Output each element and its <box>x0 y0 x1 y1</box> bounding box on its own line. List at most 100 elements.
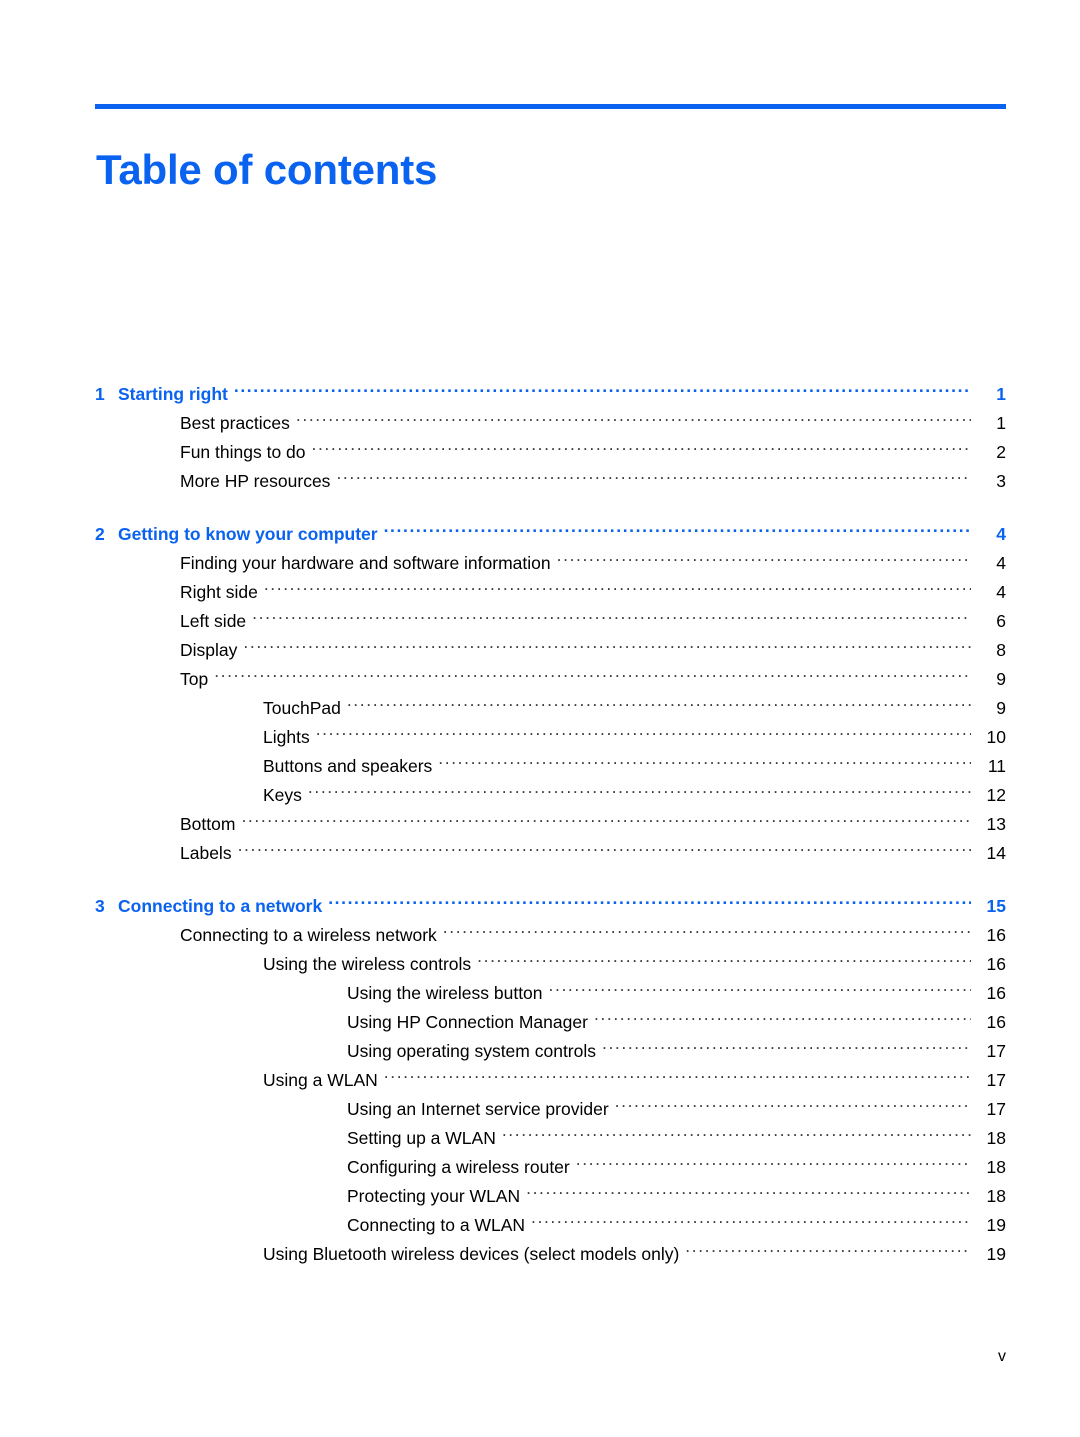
toc-dot-leader <box>241 801 971 830</box>
toc-dot-leader <box>296 400 971 429</box>
toc-dot-leader <box>576 1144 971 1173</box>
toc-entry-label: Bottom <box>180 814 236 834</box>
toc-dot-leader <box>594 999 971 1028</box>
toc-dot-leader <box>384 1057 971 1086</box>
toc-page-number: 16 <box>986 983 1006 1003</box>
footer-page-number: v <box>998 1348 1006 1365</box>
toc-page-number: 17 <box>986 1070 1006 1090</box>
toc-page-number: 18 <box>986 1186 1006 1206</box>
toc-page-number: 16 <box>986 954 1006 974</box>
toc-dot-leader <box>526 1173 971 1202</box>
toc-entry-label-wrap: Setting up a WLAN <box>95 1124 502 1153</box>
toc-entry-label-wrap: Using Bluetooth wireless devices (select… <box>95 1240 685 1269</box>
toc-entry-label-wrap: TouchPad <box>95 694 347 723</box>
toc-dot-leader <box>557 540 971 569</box>
toc-page-number: 8 <box>996 640 1006 660</box>
toc-dot-leader <box>238 830 971 859</box>
toc-page-number: 9 <box>996 669 1006 689</box>
toc-entry-label-wrap: Protecting your WLAN <box>95 1182 526 1211</box>
toc-page-number: 18 <box>986 1157 1006 1177</box>
toc-entry-label: Using HP Connection Manager <box>347 1012 588 1032</box>
toc-dot-leader <box>328 883 971 912</box>
toc-entry-label-wrap: Left side <box>95 607 252 636</box>
toc-page-number: 13 <box>986 814 1006 834</box>
toc-page-number: 1 <box>996 384 1006 404</box>
toc-page-number: 12 <box>986 785 1006 805</box>
toc-dot-leader <box>336 458 971 487</box>
document-page: Table of contents 1 Starting right 1 Best p… <box>0 0 1080 1437</box>
toc-dot-leader <box>615 1086 971 1115</box>
toc-page-number: 19 <box>986 1215 1006 1235</box>
toc-dot-leader <box>443 912 971 941</box>
toc-entry-label-wrap: Right side <box>95 578 264 607</box>
toc-entry-label: Top <box>180 669 209 689</box>
toc-entry-label-wrap: Bottom <box>95 810 241 839</box>
toc-entry-label-wrap: Using the wireless button <box>95 979 549 1008</box>
toc-chapter-number: 1 <box>95 384 105 404</box>
toc-chapter-number: 2 <box>95 524 105 544</box>
toc-page-number: 17 <box>986 1099 1006 1119</box>
toc-page-number: 6 <box>996 611 1006 631</box>
table-of-contents-list: 1 Starting right 1 Best practices 1 Fun thing… <box>95 371 1006 1265</box>
toc-chapter-number: 3 <box>95 896 105 916</box>
toc-entry-label: More HP resources <box>180 471 331 491</box>
toc-entry-label-wrap: Fun things to do <box>95 438 312 467</box>
toc-dot-leader <box>685 1231 971 1260</box>
toc-page-number: 17 <box>986 1041 1006 1061</box>
toc-dot-leader <box>477 941 971 970</box>
toc-entry-label: Lights <box>263 727 310 747</box>
toc-page-number: 1 <box>996 413 1006 433</box>
toc-entry-label: Getting to know your computer <box>118 524 378 544</box>
toc-entry-label-wrap: Connecting to a wireless network <box>95 921 443 950</box>
toc-page-number: 2 <box>996 442 1006 462</box>
toc-entry-label: Protecting your WLAN <box>347 1186 521 1206</box>
toc-entry-label: Using a WLAN <box>263 1070 378 1090</box>
toc-entry-label-wrap: Using a WLAN <box>95 1066 384 1095</box>
toc-entry-label-wrap: Configuring a wireless router <box>95 1153 576 1182</box>
toc-entry-label-wrap: Labels <box>95 839 238 868</box>
toc-entry-label: Fun things to do <box>180 442 306 462</box>
toc-entry-label-wrap: More HP resources <box>95 467 336 496</box>
toc-page-number: 4 <box>996 582 1006 602</box>
toc-dot-leader <box>312 429 972 458</box>
toc-dot-leader <box>308 772 971 801</box>
toc-page-number: 4 <box>996 524 1006 544</box>
toc-page-number: 4 <box>996 553 1006 573</box>
toc-page-number: 16 <box>986 1012 1006 1032</box>
toc-entry-label: Labels <box>180 843 232 863</box>
toc-chapter-entry[interactable]: 3 Connecting to a network 15 <box>95 883 1006 917</box>
toc-entry-label-wrap: 1 Starting right <box>95 380 234 409</box>
toc-section-entry[interactable]: Top 9 <box>95 656 1006 690</box>
toc-page-number: 18 <box>986 1128 1006 1148</box>
toc-entry-label: Connecting to a network <box>118 896 323 916</box>
toc-page-number: 11 <box>987 756 1006 776</box>
toc-page-number: 14 <box>986 843 1006 863</box>
toc-dot-leader <box>316 714 971 743</box>
toc-page-number: 16 <box>986 925 1006 945</box>
toc-entry-label-wrap: 2 Getting to know your computer <box>95 520 384 549</box>
toc-dot-leader <box>602 1028 971 1057</box>
toc-dot-leader <box>214 656 971 685</box>
toc-dot-leader <box>234 371 971 400</box>
toc-entry-label-wrap: Using the wireless controls <box>95 950 477 979</box>
toc-section-entry[interactable]: TouchPad9 <box>95 685 1006 719</box>
toc-entry-label-wrap: 3 Connecting to a network <box>95 892 328 921</box>
title-divider-rule <box>95 104 1006 109</box>
toc-entry-label-wrap: Lights <box>95 723 316 752</box>
toc-dot-leader <box>347 685 971 714</box>
toc-chapter-entry[interactable]: 1 Starting right 1 <box>95 371 1006 405</box>
toc-page-number: 9 <box>996 698 1006 718</box>
toc-dot-leader <box>549 970 971 999</box>
toc-entry-label: Setting up a WLAN <box>347 1128 496 1148</box>
toc-chapter-entry[interactable]: 2 Getting to know your computer 4 <box>95 511 1006 545</box>
toc-entry-label: Using Bluetooth wireless devices (select… <box>263 1244 680 1264</box>
toc-dot-leader <box>438 743 971 772</box>
toc-entry-label: Using the wireless button <box>347 983 543 1003</box>
toc-dot-leader <box>384 511 971 540</box>
toc-entry-label-wrap: Using HP Connection Manager <box>95 1008 594 1037</box>
toc-entry-label-wrap: Connecting to a WLAN <box>95 1211 531 1240</box>
toc-entry-label-wrap: Top <box>95 665 214 694</box>
toc-dot-leader <box>264 569 971 598</box>
toc-entry-label-wrap: Best practices <box>95 409 296 438</box>
toc-entry-label: Best practices <box>180 413 290 433</box>
